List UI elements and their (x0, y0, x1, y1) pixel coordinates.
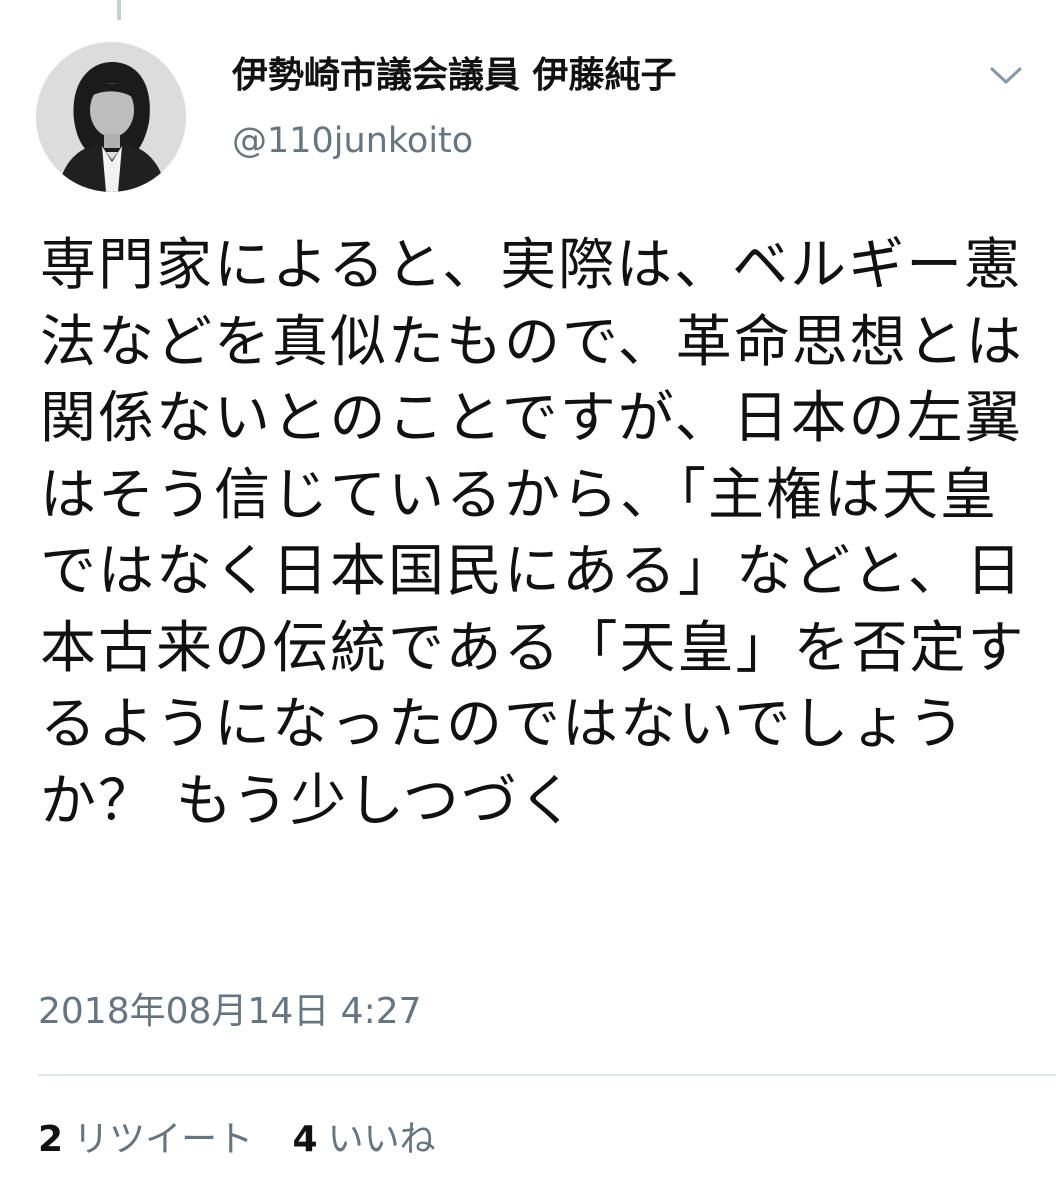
tweet-stats: 2 リツイート 4 いいね (38, 1118, 464, 1161)
thread-connector-line (117, 0, 121, 20)
chevron-down-icon[interactable] (986, 60, 1026, 90)
like-label: いいね (327, 1119, 436, 1160)
retweet-count: 2 (38, 1119, 64, 1160)
tweet-timestamp[interactable]: 2018年08月14日 4:27 (38, 990, 422, 1033)
profile-photo-icon (36, 42, 186, 192)
like-count: 4 (292, 1119, 318, 1160)
display-name[interactable]: 伊勢崎市議会議員 伊藤純子 (232, 54, 677, 97)
retweet-stat[interactable]: 2 リツイート (38, 1119, 253, 1160)
retweet-label: リツイート (73, 1119, 254, 1160)
divider (38, 1074, 1056, 1076)
tweet-text: 専門家によると、実際は、ベルギー憲法などを真似たもので、革命思想とは関係ないとの… (40, 233, 1026, 834)
user-handle[interactable]: @110junkoito (232, 120, 473, 162)
like-stat[interactable]: 4 いいね (293, 1119, 436, 1160)
avatar[interactable] (36, 42, 186, 192)
